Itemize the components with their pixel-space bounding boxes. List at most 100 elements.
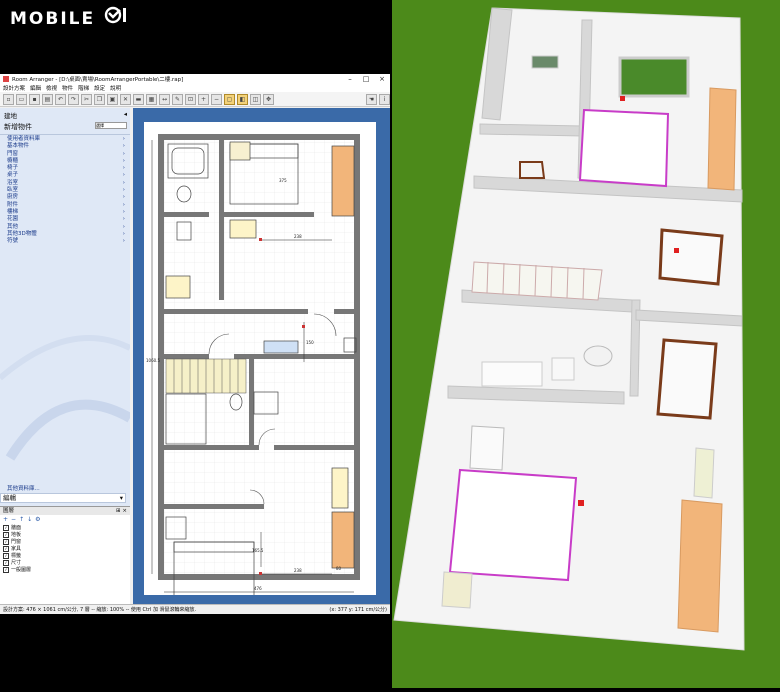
wardrobe-lower [677,499,723,633]
menu-item-floor[interactable]: 階梯 [78,84,89,92]
dim-label-bed: 375 [279,178,287,183]
layer-item[interactable]: ✓ 一般圖層 [0,566,130,573]
menu-item-design[interactable]: 設計方案 [3,84,25,92]
toilet [551,357,575,381]
zoom-fit-icon[interactable]: ⊡ [185,93,196,105]
floor-plan-sheet[interactable]: 238 150 238 165.5 476 1060.5 80 375 [144,122,376,614]
toolbar: ▫ ▭ ▪ ▤ ↶ ↷ ✂ ❐ ▣ ✕ ▬ ▦ ↔ ✎ ⊡ + − ▢ ◧ ◫ … [0,92,390,107]
watermark-logo: MOBILE [10,6,127,29]
category-item[interactable]: 花園 › [0,216,130,223]
bed-lower [448,468,578,582]
more-databases-link[interactable]: 其他資料庫... [7,484,40,492]
dim-label-length: 1060.5 [146,358,160,363]
remove-layer-icon[interactable]: − [11,515,16,524]
category-item[interactable]: 其他3D物體 › [0,231,130,238]
category-item[interactable]: 其他 › [0,224,130,231]
shelf-lower [693,447,715,499]
floor-plan-drawing[interactable]: 238 150 238 165.5 476 1060.5 80 375 [144,122,376,614]
category-item[interactable]: 桌子 › [0,172,130,179]
door-lower [656,338,718,420]
status-bar: 設計方案: 476 × 1061 cm/公分, 7 層 -- 縮放: 100% … [0,604,390,614]
category-item[interactable]: 櫥櫃 › [0,158,130,165]
move-down-icon[interactable]: ↓ [27,515,32,524]
category-item[interactable]: 符號 › [0,238,130,245]
category-item[interactable]: 門窗 › [0,151,130,158]
hand-icon[interactable]: ☚ [366,93,377,105]
bed-upper [578,108,670,188]
layer-item[interactable]: ✓ 標籤 [0,552,130,559]
print-icon[interactable]: ▤ [42,93,53,105]
sidebar-section-title: 建地 [4,112,17,120]
layers-title: 圖層 [3,508,15,514]
menu-item-view[interactable]: 檢視 [46,84,57,92]
zoom-in-icon[interactable]: + [198,93,209,105]
copy-icon[interactable]: ❐ [94,93,105,105]
view-3d-icon[interactable]: ◧ [237,93,248,105]
layer-item[interactable]: ✓ 尺寸 [0,559,130,566]
category-item[interactable]: 椅子 › [0,165,130,172]
dim-label-bottom: 238 [294,568,302,573]
close-button[interactable]: × [374,75,390,83]
room-arranger-window: Room Arranger - [D:\桌面\賣場\RoomArrangerPo… [0,74,390,614]
new-file-icon[interactable]: ▫ [3,93,14,105]
open-folder-icon[interactable]: ▭ [16,93,27,105]
menu-bar: 設計方案 編輯 檢視 物件 階梯 設定 說明 [0,83,390,92]
layer-item[interactable]: ✓ 家具 [0,545,130,552]
category-item[interactable]: 廚房 › [0,194,130,201]
maximize-button[interactable]: □ [358,75,374,83]
layer-item[interactable]: ✓ 門窗 [0,538,130,545]
move-3d-icon[interactable]: ✥ [263,93,274,105]
edit-label: 編輯 [3,494,16,502]
watermark-text: MOBILE [10,9,96,29]
pin-icon[interactable]: ⊞ × [116,507,127,515]
category-item[interactable]: 附件 › [0,202,130,209]
collapse-icon[interactable]: ◂ [124,110,127,120]
save-icon[interactable]: ▪ [29,93,40,105]
move-up-icon[interactable]: ↑ [19,515,24,524]
pencil-icon[interactable]: ✎ [172,93,183,105]
dim-label-closet: 80 [336,566,342,571]
layer-props-icon[interactable]: ⚙ [35,515,40,524]
grid-icon[interactable]: ▦ [146,93,157,105]
layer-item[interactable]: ✓ 牆面 [0,524,130,531]
3d-house-render[interactable] [392,0,780,688]
view-3d-panel[interactable] [392,0,780,688]
category-item[interactable]: 臥室 › [0,187,130,194]
menu-item-object[interactable]: 物件 [62,84,73,92]
category-list: 使用者資料庫 › 基本物件 › 門窗 › 櫥櫃 › 椅子 › 桌子 › 浴室 › 臥室 › 廚房… [0,136,130,245]
category-item[interactable]: 基本物件 › [0,143,130,150]
menu-item-settings[interactable]: 設定 [94,84,105,92]
category-item[interactable]: 樓梯 › [0,209,130,216]
dim-label-width: 476 [254,586,262,591]
add-layer-icon[interactable]: + [3,515,8,524]
menu-item-edit[interactable]: 編輯 [30,84,41,92]
layer-item[interactable]: ✓ 地板 [0,531,130,538]
wall-icon[interactable]: ▬ [133,93,144,105]
minimize-button[interactable]: – [342,75,358,83]
dim-label-bath: 165.5 [252,548,264,553]
door-upper [519,161,546,179]
category-item[interactable]: 浴室 › [0,180,130,187]
menu-item-help[interactable]: 說明 [110,84,121,92]
redo-icon[interactable]: ↷ [68,93,79,105]
nightstand [441,571,473,609]
view-2d-icon[interactable]: ▢ [224,93,235,105]
dimension-icon[interactable]: ↔ [159,93,170,105]
app-icon [3,75,9,82]
title-bar: Room Arranger - [D:\桌面\賣場\RoomArrangerPo… [0,74,390,83]
delete-icon[interactable]: ✕ [120,93,131,105]
dim-label-stairs: 150 [306,340,314,345]
info-icon[interactable]: i [379,93,390,105]
status-text: 設計方案: 476 × 1061 cm/公分, 7 層 -- 縮放: 100% … [3,607,197,613]
layers-panel: 圖層 ⊞ × + − ↑ ↓ ⚙ ✓ 牆面 ✓ 地板 ✓ 門窗 ✓ 家具 ✓ 標籤 ✓ 尺寸… [0,506,130,605]
chevron-down-icon[interactable]: ▾ [120,494,123,502]
undo-icon[interactable]: ↶ [55,93,66,105]
small-window [531,55,559,69]
paste-icon[interactable]: ▣ [107,93,118,105]
box-3d-icon[interactable]: ◫ [250,93,261,105]
zoom-out-icon[interactable]: − [211,93,222,105]
desk-chair [469,425,505,471]
cut-icon[interactable]: ✂ [81,93,92,105]
door-middle [658,228,724,286]
search-input[interactable] [95,122,127,129]
